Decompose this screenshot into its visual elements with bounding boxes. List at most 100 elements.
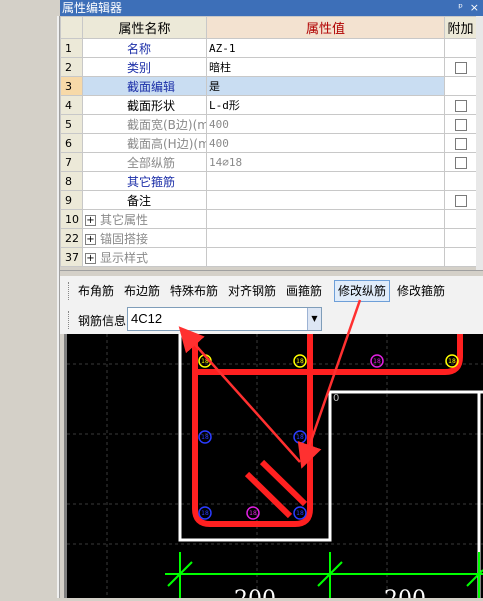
property-value[interactable]: 400 [206, 133, 445, 153]
expand-icon[interactable]: + [85, 252, 96, 264]
rebar-label: 18 [201, 358, 209, 365]
rebar-label: 18 [201, 434, 209, 441]
property-name-label: 锚固搭接 [100, 231, 149, 246]
property-name: + 显示样式 [82, 247, 207, 267]
align-bar-button[interactable]: 对齐钢筋 [228, 282, 276, 300]
property-row[interactable]: 8 其它箍筋 [60, 171, 477, 191]
extra-cell [444, 228, 477, 248]
special-bar-button[interactable]: 特殊布筋 [170, 282, 218, 300]
property-value[interactable]: 是 [206, 76, 445, 96]
header-value: 属性值 [206, 16, 445, 39]
property-value[interactable]: 暗柱 [206, 57, 445, 77]
property-row[interactable]: 3 截面编辑 是 [60, 76, 477, 96]
property-name-label: 类别 [127, 60, 152, 75]
property-name: 名称 [82, 38, 207, 58]
property-name: + 其它属性 [82, 209, 207, 229]
extra-cell [444, 171, 477, 191]
pin-icon[interactable]: ᵖ [458, 0, 463, 16]
property-name-label: 其它属性 [100, 212, 149, 227]
toolbar-grip[interactable] [68, 282, 71, 300]
rebar-toolbar: 布角筋 布边筋 特殊布筋 对齐钢筋 画箍筋 修改纵筋 修改箍筋 [60, 276, 483, 306]
extra-cell [444, 76, 477, 96]
property-row[interactable]: 2 类别 暗柱 [60, 57, 477, 77]
property-name-label: 名称 [127, 41, 152, 56]
edit-stirrup-button[interactable]: 修改箍筋 [397, 282, 445, 300]
header-corner [60, 16, 83, 39]
property-value[interactable] [206, 171, 445, 191]
property-grid: 属性名称 属性值 附加 1 名称 AZ-1 2 类别 暗柱 3 截面编辑是 4 截面形状 L-d形 5… [60, 16, 477, 267]
property-row[interactable]: 1 名称 AZ-1 [60, 38, 477, 58]
extra-cell [444, 114, 477, 134]
origin-label: 0 [333, 393, 339, 404]
property-name: 类别 [82, 57, 207, 77]
rebar-label: 18 [448, 358, 456, 365]
draw-stirrup-button[interactable]: 画箍筋 [286, 282, 322, 300]
dimension-label-2: 200 [384, 587, 426, 598]
section-outline [178, 334, 483, 542]
extra-checkbox[interactable] [454, 194, 467, 207]
property-value[interactable]: L-d形 [206, 95, 445, 115]
property-name-label: 显示样式 [100, 250, 149, 265]
property-value[interactable]: 14⌀18 [206, 152, 445, 172]
row-number: 1 [60, 38, 83, 58]
rebar-label: 18 [296, 510, 304, 517]
header-extra: 附加 [444, 16, 477, 39]
property-row[interactable]: 10 + 其它属性 [60, 209, 477, 229]
rebar-info-label: 钢筋信息 [78, 314, 127, 328]
header-name: 属性名称 [82, 16, 207, 39]
property-row[interactable]: 9 备注 [60, 190, 477, 210]
row-number: 9 [60, 190, 83, 210]
edit-long-bar-button[interactable]: 修改纵筋 [334, 280, 391, 302]
rebar-label: 18 [249, 510, 257, 517]
property-value[interactable] [206, 247, 445, 267]
extra-cell [444, 38, 477, 58]
extra-cell [444, 57, 477, 77]
property-name-label: 截面宽(B边)(mm) [127, 117, 206, 132]
property-value[interactable] [206, 190, 445, 210]
expand-icon[interactable]: + [85, 233, 96, 245]
rebar-label: 18 [296, 358, 304, 365]
property-row[interactable]: 22 + 锚固搭接 [60, 228, 477, 248]
extra-checkbox[interactable] [454, 99, 467, 112]
dimension-lines [165, 552, 483, 598]
section-canvas[interactable]: 18 18 18 18 18 18 18 18 18 0 200 200 [64, 334, 483, 601]
corner-bar-button[interactable]: 布角筋 [78, 282, 114, 300]
row-number: 22 [60, 228, 83, 248]
extra-cell [444, 209, 477, 229]
extra-cell [444, 190, 477, 210]
property-row[interactable]: 5 截面宽(B边)(mm)400 [60, 114, 477, 134]
rebar-info-combo[interactable]: 4C12 ▼ [127, 307, 322, 331]
property-row[interactable]: 37 + 显示样式 [60, 247, 477, 267]
property-name: 截面宽(B边)(mm) [82, 114, 207, 134]
edge-bar-button[interactable]: 布边筋 [124, 282, 160, 300]
dimension-label-1: 200 [234, 587, 276, 598]
property-value[interactable] [206, 209, 445, 229]
property-name: 截面编辑 [82, 76, 207, 96]
rebar-label: 18 [373, 358, 381, 365]
extra-checkbox[interactable] [454, 61, 467, 74]
property-row[interactable]: 6 截面高(H边)(mm)400 [60, 133, 477, 153]
toolbar-grip-2[interactable] [68, 311, 71, 329]
chevron-down-icon[interactable]: ▼ [307, 308, 321, 330]
stirrup-horizontal [195, 334, 463, 375]
expand-icon[interactable]: + [85, 214, 96, 226]
rebar-info-bar: 钢筋信息 4C12 ▼ [60, 306, 483, 334]
property-value[interactable]: 400 [206, 114, 445, 134]
property-row[interactable]: 7 全部纵筋 14⌀18 [60, 152, 477, 172]
property-name-label: 截面形状 [127, 98, 176, 113]
extra-cell [444, 247, 477, 267]
row-number: 8 [60, 171, 83, 191]
grid-scrollbar[interactable] [476, 16, 483, 270]
property-name: 其它箍筋 [82, 171, 207, 191]
close-icon[interactable]: × [470, 0, 479, 16]
extra-checkbox[interactable] [454, 156, 467, 169]
property-name-label: 截面编辑 [127, 79, 176, 94]
property-name: 截面高(H边)(mm) [82, 133, 207, 153]
property-value[interactable]: AZ-1 [206, 38, 445, 58]
rebar-info-value[interactable]: 4C12 [131, 311, 162, 326]
property-row[interactable]: 4 截面形状 L-d形 [60, 95, 477, 115]
extra-checkbox[interactable] [454, 137, 467, 150]
property-value[interactable] [206, 228, 445, 248]
extra-checkbox[interactable] [454, 118, 467, 131]
property-name: 截面形状 [82, 95, 207, 115]
